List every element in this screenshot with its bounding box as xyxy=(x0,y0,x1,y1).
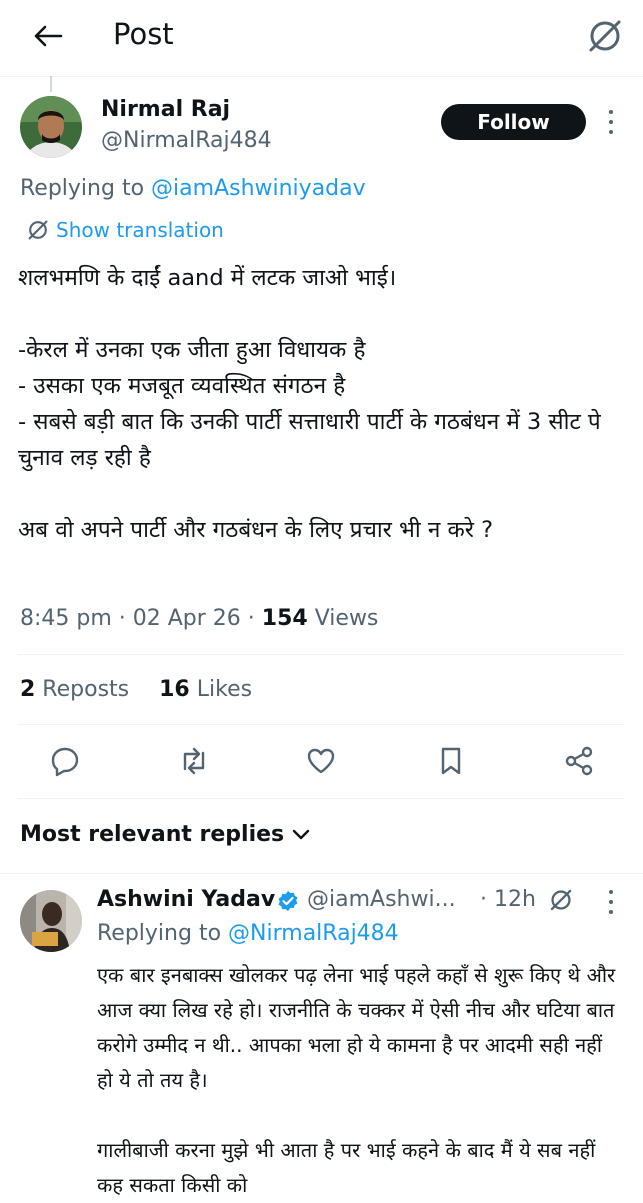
avatar[interactable] xyxy=(20,96,82,158)
share-icon[interactable] xyxy=(563,745,595,777)
post-text: शलभमणि के दाईं aand में लटक जाओ भाई। -के… xyxy=(18,265,601,543)
grok-icon xyxy=(28,220,48,240)
bookmark-icon[interactable] xyxy=(435,745,467,777)
like-icon[interactable] xyxy=(305,745,337,777)
divider xyxy=(18,724,625,725)
divider xyxy=(18,798,625,799)
back-arrow-icon[interactable] xyxy=(28,18,68,54)
likes-stat[interactable]: 16 Likes xyxy=(159,677,252,702)
reposts-count: 2 xyxy=(20,677,36,702)
reply-replying-to: Replying to @NirmalRaj484 xyxy=(97,921,399,946)
grok-icon[interactable] xyxy=(548,887,574,913)
replying-to-link[interactable]: @iamAshwiniyadav xyxy=(151,176,366,201)
reply-author-handle[interactable]: @iamAshwi... xyxy=(307,887,456,912)
engagement-stats: 2 Reposts 16 Likes xyxy=(20,677,252,702)
divider xyxy=(0,873,643,874)
post-timestamp[interactable]: 8:45 pm · 02 Apr 26 · xyxy=(20,606,262,631)
more-options-icon[interactable] xyxy=(606,110,616,134)
reply-icon[interactable] xyxy=(49,745,81,777)
reply-more-options-icon[interactable] xyxy=(606,890,616,914)
verified-badge-icon xyxy=(277,890,299,912)
reply-text: एक बार इनबाक्स खोलकर पढ़ लेना भाई पहले क… xyxy=(97,963,616,1197)
views-label: Views xyxy=(307,606,379,631)
reply-author-name[interactable]: Ashwini Yadav xyxy=(97,887,275,912)
chevron-down-icon xyxy=(292,829,310,839)
replying-prefix: Replying to xyxy=(20,176,152,201)
replying-to: Replying to @iamAshwiniyadav xyxy=(20,176,366,201)
author-name[interactable]: Nirmal Raj xyxy=(101,97,230,122)
repost-icon[interactable] xyxy=(177,745,209,777)
thread-line xyxy=(50,76,52,92)
reply-timestamp[interactable]: · 12h xyxy=(480,887,536,912)
reply-replying-to-link[interactable]: @NirmalRaj484 xyxy=(228,921,399,946)
likes-count: 16 xyxy=(159,677,190,702)
grok-icon[interactable] xyxy=(585,16,625,56)
show-translation-label: Show translation xyxy=(56,218,224,242)
follow-button[interactable]: Follow xyxy=(441,104,586,140)
author-handle[interactable]: @NirmalRaj484 xyxy=(101,128,272,153)
replies-sort-dropdown[interactable]: Most relevant replies xyxy=(20,822,310,847)
reply-avatar[interactable] xyxy=(20,890,82,952)
reposts-stat[interactable]: 2 Reposts xyxy=(20,677,129,702)
page-title: Post xyxy=(113,17,174,51)
post-meta: 8:45 pm · 02 Apr 26 · 154 Views xyxy=(20,606,378,631)
show-translation-link[interactable]: Show translation xyxy=(26,218,224,242)
top-bar: Post xyxy=(0,0,643,77)
replies-sort-label: Most relevant replies xyxy=(20,822,285,847)
likes-label: Likes xyxy=(189,677,253,702)
views-count: 154 xyxy=(261,606,308,631)
divider xyxy=(18,654,625,655)
reply-replying-prefix: Replying to xyxy=(97,921,229,946)
reposts-label: Reposts xyxy=(35,677,130,702)
